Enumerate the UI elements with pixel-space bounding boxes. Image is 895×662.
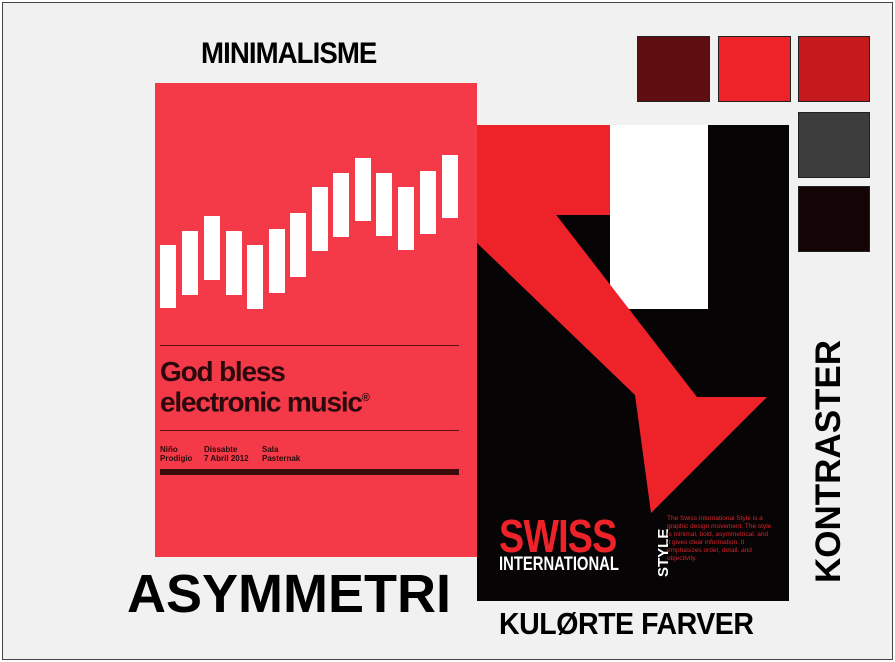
title-line-1: God bless [160,356,286,387]
white-block [610,125,708,309]
poster-title: God bless electronic music® [160,356,370,418]
title-line-2-text: electronic music [160,386,363,418]
white-bar [182,231,198,295]
swatch-charcoal [798,112,870,178]
poster-swiss-style: SWISS INTERNATIONAL STYLE The Swiss Inte… [477,125,789,601]
divider [160,345,459,346]
swatch-bright-red [718,36,791,102]
white-bar [160,245,176,308]
poster-electronic-music: God bless electronic music® Niño Prodigi… [155,83,477,557]
white-bar [333,173,349,237]
info-col-2: Dissabte 7 Abril 2012 [204,445,249,463]
swiss-heading: SWISS [499,510,617,562]
white-bar [204,216,220,280]
thick-rule [160,469,459,475]
info-text: Pasternak [262,454,301,463]
white-bar [312,187,328,251]
white-bar [290,213,306,277]
white-bar [226,231,242,295]
title-line-2: electronic music® [160,385,370,418]
info-text: Niño [160,445,178,454]
info-text: Dissabte [204,445,238,454]
swiss-description: The Swiss International Style is a graph… [667,515,772,562]
registered-mark: ® [361,392,370,404]
info-text: 7 Abril 2012 [204,454,249,463]
swatch-crimson [798,36,870,102]
white-bar [269,229,285,293]
red-stripe [547,125,610,215]
divider [160,430,459,431]
label-kontraster: KONTRASTER [809,339,848,583]
white-bar [355,158,371,221]
white-bar [376,173,392,236]
label-kulorte-farver: KULØRTE FARVER [499,606,754,641]
info-col-3: Sala Pasternak [262,445,300,463]
swatch-near-black [798,186,870,252]
international-heading: INTERNATIONAL [499,554,619,575]
moodboard: MINIMALISME God bless electronic music® … [2,2,893,660]
swatch-dark-red [637,36,710,102]
label-asymmetri: ASYMMETRI [127,564,451,624]
white-bar [442,155,458,218]
info-text: Prodigio [160,454,193,463]
info-text: Sala [262,445,279,454]
info-col-1: Niño Prodigio [160,445,192,463]
white-bar [420,171,436,234]
white-bar [398,187,414,250]
white-bar [247,245,263,309]
label-minimalisme: MINIMALISME [201,37,377,70]
